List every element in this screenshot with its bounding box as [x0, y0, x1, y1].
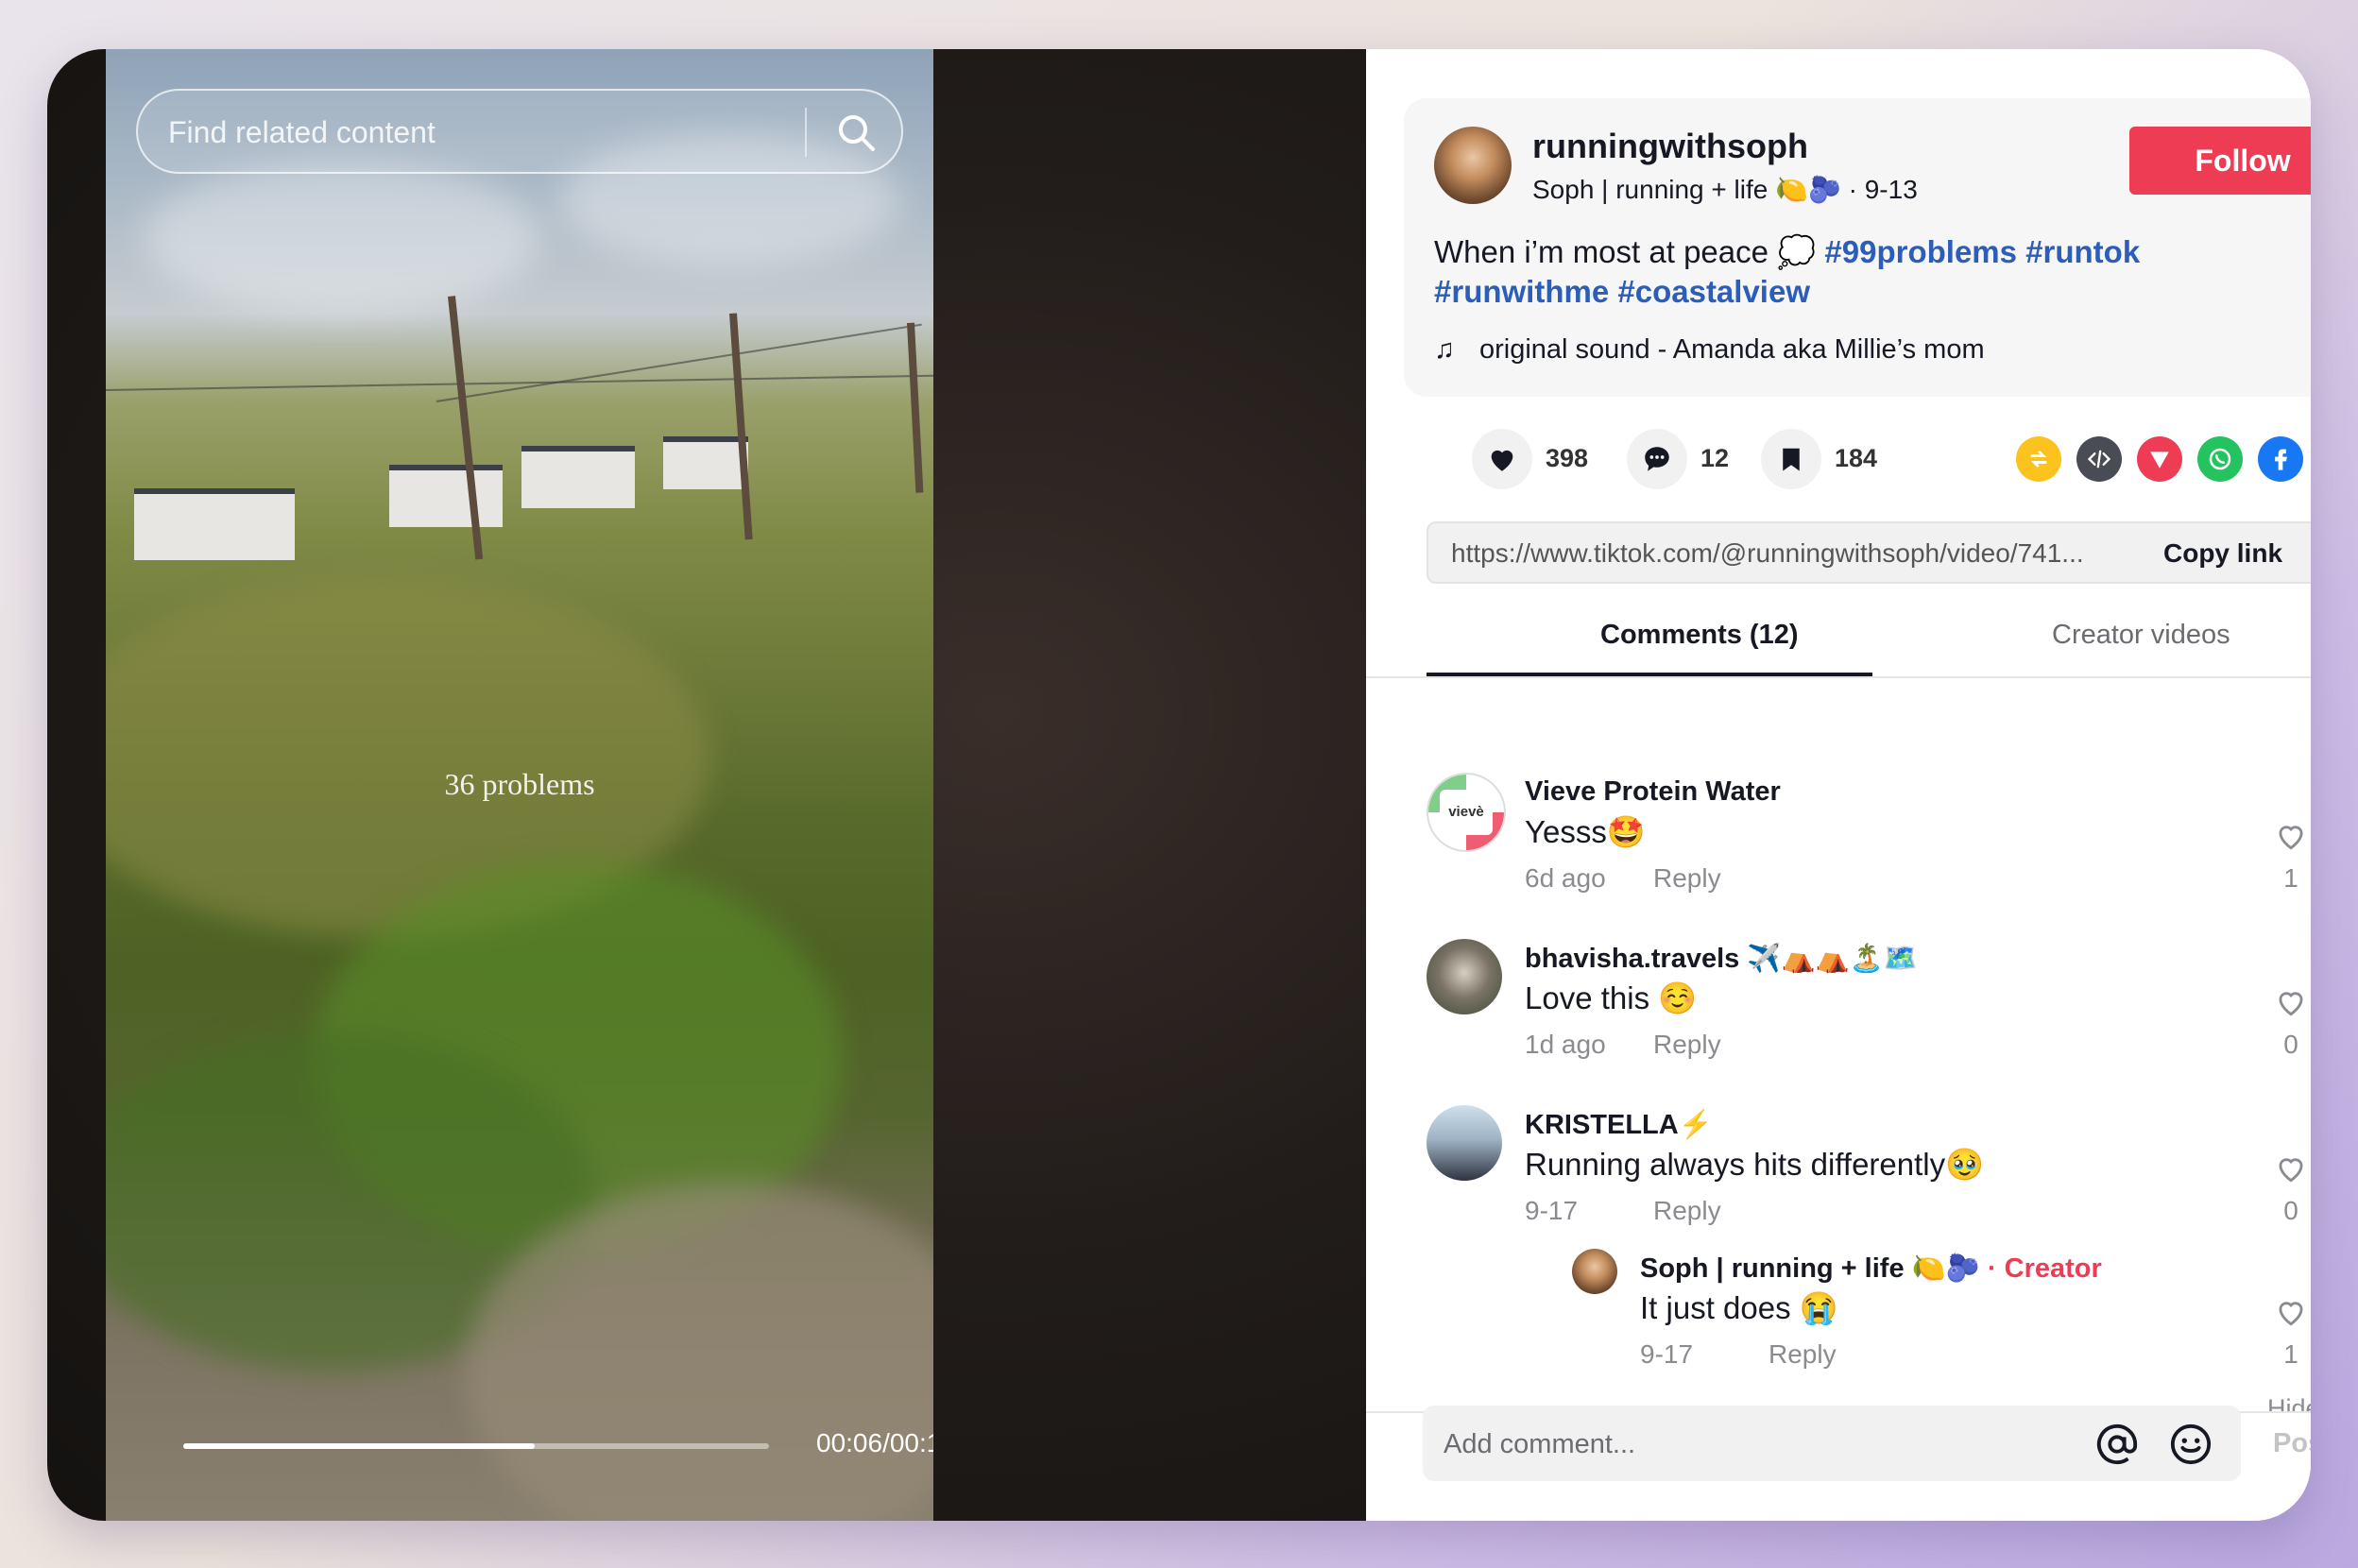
reply-author-name: Soph | running + life 🍋🫐	[1640, 1253, 1980, 1284]
facebook-icon[interactable]	[2258, 436, 2303, 482]
comment-time: 6d ago	[1525, 863, 1606, 893]
search-icon[interactable]	[833, 110, 879, 155]
comment-like-count: 0	[2283, 1030, 2298, 1059]
building	[389, 465, 503, 527]
send-icon[interactable]	[2137, 436, 2182, 482]
music-link[interactable]: ♫ original sound - Amanda aka Millie’s mo…	[1434, 334, 1985, 366]
brand-logo: vievè	[1440, 790, 1493, 835]
comment-text: It just does 😭	[1640, 1290, 1838, 1325]
building	[521, 446, 635, 508]
heart-icon	[1491, 450, 1513, 471]
commenter-avatar[interactable]	[1427, 939, 1502, 1014]
commenter-name[interactable]: Vieve Protein Water	[1525, 776, 1781, 808]
reply-author[interactable]: Soph | running + life 🍋🫐 · Creator	[1640, 1253, 2102, 1285]
post-comment-button[interactable]: Post	[2273, 1428, 2311, 1459]
embed-icon[interactable]	[2076, 436, 2122, 482]
comment-text: Yesss🤩	[1525, 814, 1646, 849]
tab-comments[interactable]: Comments (12)	[1600, 620, 1799, 651]
comment-text: Love this ☺️	[1525, 980, 1698, 1015]
search-input[interactable]	[166, 91, 794, 174]
music-note-icon: ♫	[1434, 334, 1455, 365]
whatsapp-icon[interactable]	[2197, 436, 2243, 482]
comment-time: 1d ago	[1525, 1030, 1606, 1059]
heart-outline-icon[interactable]	[2273, 984, 2309, 1020]
repost-icon[interactable]	[2016, 436, 2061, 482]
commenter-avatar[interactable]: vievè	[1427, 773, 1506, 852]
fence-post	[729, 313, 753, 540]
author-handle[interactable]: runningwithsoph	[1532, 127, 1808, 166]
details-panel: runningwithsoph Soph | running + life 🍋🫐…	[1366, 49, 2311, 1521]
author-subtitle: Soph | running + life 🍋🫐 · 9-13	[1532, 175, 1918, 204]
comment-time: 9-17	[1525, 1196, 1579, 1225]
creator-avatar[interactable]	[1572, 1249, 1617, 1294]
bookmark-icon	[1783, 448, 1800, 471]
comment-input[interactable]	[1442, 1406, 2069, 1483]
sky-cloud	[144, 162, 540, 314]
hide-replies-button[interactable]: Hide	[2267, 1394, 2311, 1411]
time-readout: 00:06/00:10	[816, 1428, 933, 1457]
fence-post	[907, 322, 924, 493]
description-text: When i’m most at peace 💭	[1434, 234, 1825, 269]
app-window: 36 problems 00:06/00:10 runningwithsoph …	[47, 49, 2311, 1521]
creator-badge: · Creator	[1987, 1253, 2102, 1284]
copy-link-button[interactable]: Copy link	[2163, 538, 2282, 569]
reply-button[interactable]: Reply	[1653, 863, 1721, 894]
building	[134, 488, 295, 560]
comment-time: 9-17	[1640, 1339, 1694, 1369]
like-button[interactable]	[1472, 429, 1532, 489]
heart-outline-icon[interactable]	[2273, 818, 2309, 854]
fence-wire	[436, 323, 922, 402]
building	[663, 436, 748, 489]
save-button[interactable]	[1761, 429, 1821, 489]
share-link-url[interactable]: https://www.tiktok.com/@runningwithsoph/…	[1451, 538, 2131, 569]
hashtag[interactable]: #99problems	[1824, 234, 2017, 269]
comment-like-count: 1	[2283, 863, 2298, 893]
comment-button[interactable]	[1627, 429, 1687, 489]
reply-button[interactable]: Reply	[1768, 1339, 1837, 1370]
hashtag[interactable]: #runtok	[2025, 234, 2140, 269]
comment-like-count: 1	[2283, 1339, 2298, 1369]
post-info-card: runningwithsoph Soph | running + life 🍋🫐…	[1404, 98, 2311, 397]
save-count: 184	[1835, 444, 1878, 472]
tab-creator-videos[interactable]: Creator videos	[2052, 620, 2230, 651]
progress-bar[interactable]	[183, 1443, 769, 1449]
video-caption: 36 problems	[444, 767, 595, 801]
post-description: When i’m most at peace 💭 #99problems #ru…	[1434, 232, 2311, 312]
emoji-icon[interactable]	[2169, 1423, 2213, 1466]
comment-count: 12	[1700, 444, 1730, 472]
reply-button[interactable]: Reply	[1653, 1196, 1721, 1226]
search-box[interactable]	[136, 89, 903, 174]
video-frame[interactable]: 36 problems 00:06/00:10	[106, 49, 933, 1521]
comment-text: Running always hits differently🥹	[1525, 1147, 1985, 1182]
mention-icon[interactable]	[2095, 1423, 2139, 1466]
comment-bubble-icon	[1645, 447, 1669, 471]
reply-button[interactable]: Reply	[1653, 1030, 1721, 1060]
share-link-box: https://www.tiktok.com/@runningwithsoph/…	[1427, 521, 2311, 584]
commenter-avatar[interactable]	[1427, 1105, 1502, 1181]
heart-outline-icon[interactable]	[2273, 1294, 2309, 1330]
video-player[interactable]: 36 problems 00:06/00:10	[47, 49, 1366, 1521]
author-avatar[interactable]	[1434, 127, 1512, 204]
like-count: 398	[1546, 444, 1589, 472]
music-title: original sound - Amanda aka Millie’s mom	[1479, 334, 1985, 365]
commenter-name[interactable]: KRISTELLA⚡️	[1525, 1109, 1713, 1141]
heart-outline-icon[interactable]	[2273, 1150, 2309, 1186]
hashtag[interactable]: #runwithme	[1434, 274, 1609, 309]
active-tab-indicator	[1427, 673, 1872, 676]
follow-button[interactable]: Follow	[2129, 127, 2311, 195]
search-divider	[805, 108, 807, 157]
progress-fill	[183, 1443, 535, 1449]
comment-list[interactable]: vievè Vieve Protein Water Yesss🤩 6d ago …	[1366, 678, 2311, 1411]
hashtag[interactable]: #coastalview	[1617, 274, 1810, 309]
comment-like-count: 0	[2283, 1196, 2298, 1225]
comment-composer	[1423, 1406, 2241, 1483]
commenter-name[interactable]: bhavisha.travels ✈️⛺️⛺️🏝️🗺️	[1525, 943, 1918, 975]
